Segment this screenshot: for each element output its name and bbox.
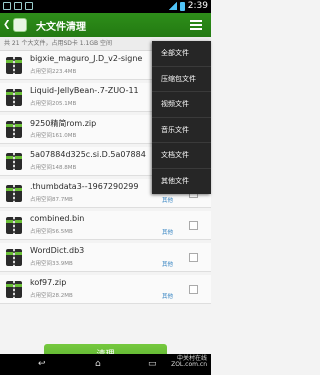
zip-file-icon [6,153,22,170]
file-size: 占用空间56.5MB [30,229,73,235]
zip-file-icon [6,249,22,266]
system-icons: 2:39 [168,1,208,11]
battery-icon [179,1,185,11]
status-bar: 2:39 [0,0,211,13]
file-name: Liquid-JellyBean-.7-ZUO-11 [30,86,139,95]
notification-icon [25,2,33,10]
list-item[interactable]: kof97.zip 占用空间28.2MB 其他 [0,275,211,304]
signal-icon [168,2,177,10]
notification-icons [3,2,33,10]
back-nav-icon[interactable]: ↩ [38,360,46,369]
file-size: 占用空间87.7MB [30,197,73,203]
file-size: 占用空间205.1MB [30,101,77,107]
select-checkbox[interactable] [189,253,198,262]
notification-icon [3,2,11,10]
list-item[interactable]: combined.bin 占用空间56.5MB 其他 [0,211,211,240]
select-checkbox[interactable] [189,221,198,230]
file-name: 9250精简rom.zip [30,119,97,128]
zip-file-icon [6,89,22,106]
file-category-tag: 其他 [162,198,174,204]
menu-item-music[interactable]: 音乐文件 [152,118,211,143]
file-category-tag: 其他 [162,230,174,236]
file-name: kof97.zip [30,278,67,287]
file-size: 占用空间223.4MB [30,69,77,75]
back-arrow-icon: ❮ [3,20,11,30]
file-size: 占用空间161.0MB [30,133,77,139]
file-name: combined.bin [30,214,85,223]
file-size: 占用空间28.2MB [30,293,73,299]
app-logo-icon [12,18,27,32]
filter-menu-button[interactable] [181,13,211,37]
clock: 2:39 [187,1,208,11]
zip-file-icon [6,185,22,202]
page-title: 大文件清理 [36,21,86,33]
menu-item-all-files[interactable]: 全部文件 [152,41,211,67]
select-checkbox[interactable] [189,285,198,294]
home-nav-icon[interactable]: ⌂ [95,360,101,369]
list-item[interactable]: WordDict.db3 占用空间33.9MB 其他 [0,243,211,272]
app-header: ❮ 大文件清理 [0,13,211,37]
file-name: bigxie_maguro_J.D_v2-signe [30,54,143,63]
zip-file-icon [6,281,22,298]
back-button[interactable]: ❮ [0,13,32,37]
file-type-dropdown[interactable]: 全部文件 压缩包文件 视频文件 音乐文件 文档文件 其他文件 [152,41,211,194]
watermark: 中关村在线 ZOL.com.cn [171,355,207,368]
zip-file-icon [6,217,22,234]
zip-file-icon [6,121,22,138]
menu-item-videos[interactable]: 视频文件 [152,92,211,118]
file-category-tag: 其他 [162,262,174,268]
menu-icon [190,20,202,30]
file-name: 5a07884d325c.si.D.5a07884 [30,150,146,159]
file-size: 占用空间33.9MB [30,261,73,267]
file-category-tag: 其他 [162,294,174,300]
system-nav-bar: ↩ ⌂ ▭ 中关村在线 ZOL.com.cn [0,354,211,375]
menu-item-documents[interactable]: 文档文件 [152,143,211,169]
notification-icon [14,2,22,10]
menu-item-other[interactable]: 其他文件 [152,169,211,195]
recent-apps-icon[interactable]: ▭ [148,360,157,369]
zip-file-icon [6,57,22,74]
file-name: .thumbdata3--1967290299 [30,182,139,191]
file-size: 占用空间148.8MB [30,165,77,171]
menu-item-archives[interactable]: 压缩包文件 [152,67,211,92]
file-name: WordDict.db3 [30,246,85,255]
